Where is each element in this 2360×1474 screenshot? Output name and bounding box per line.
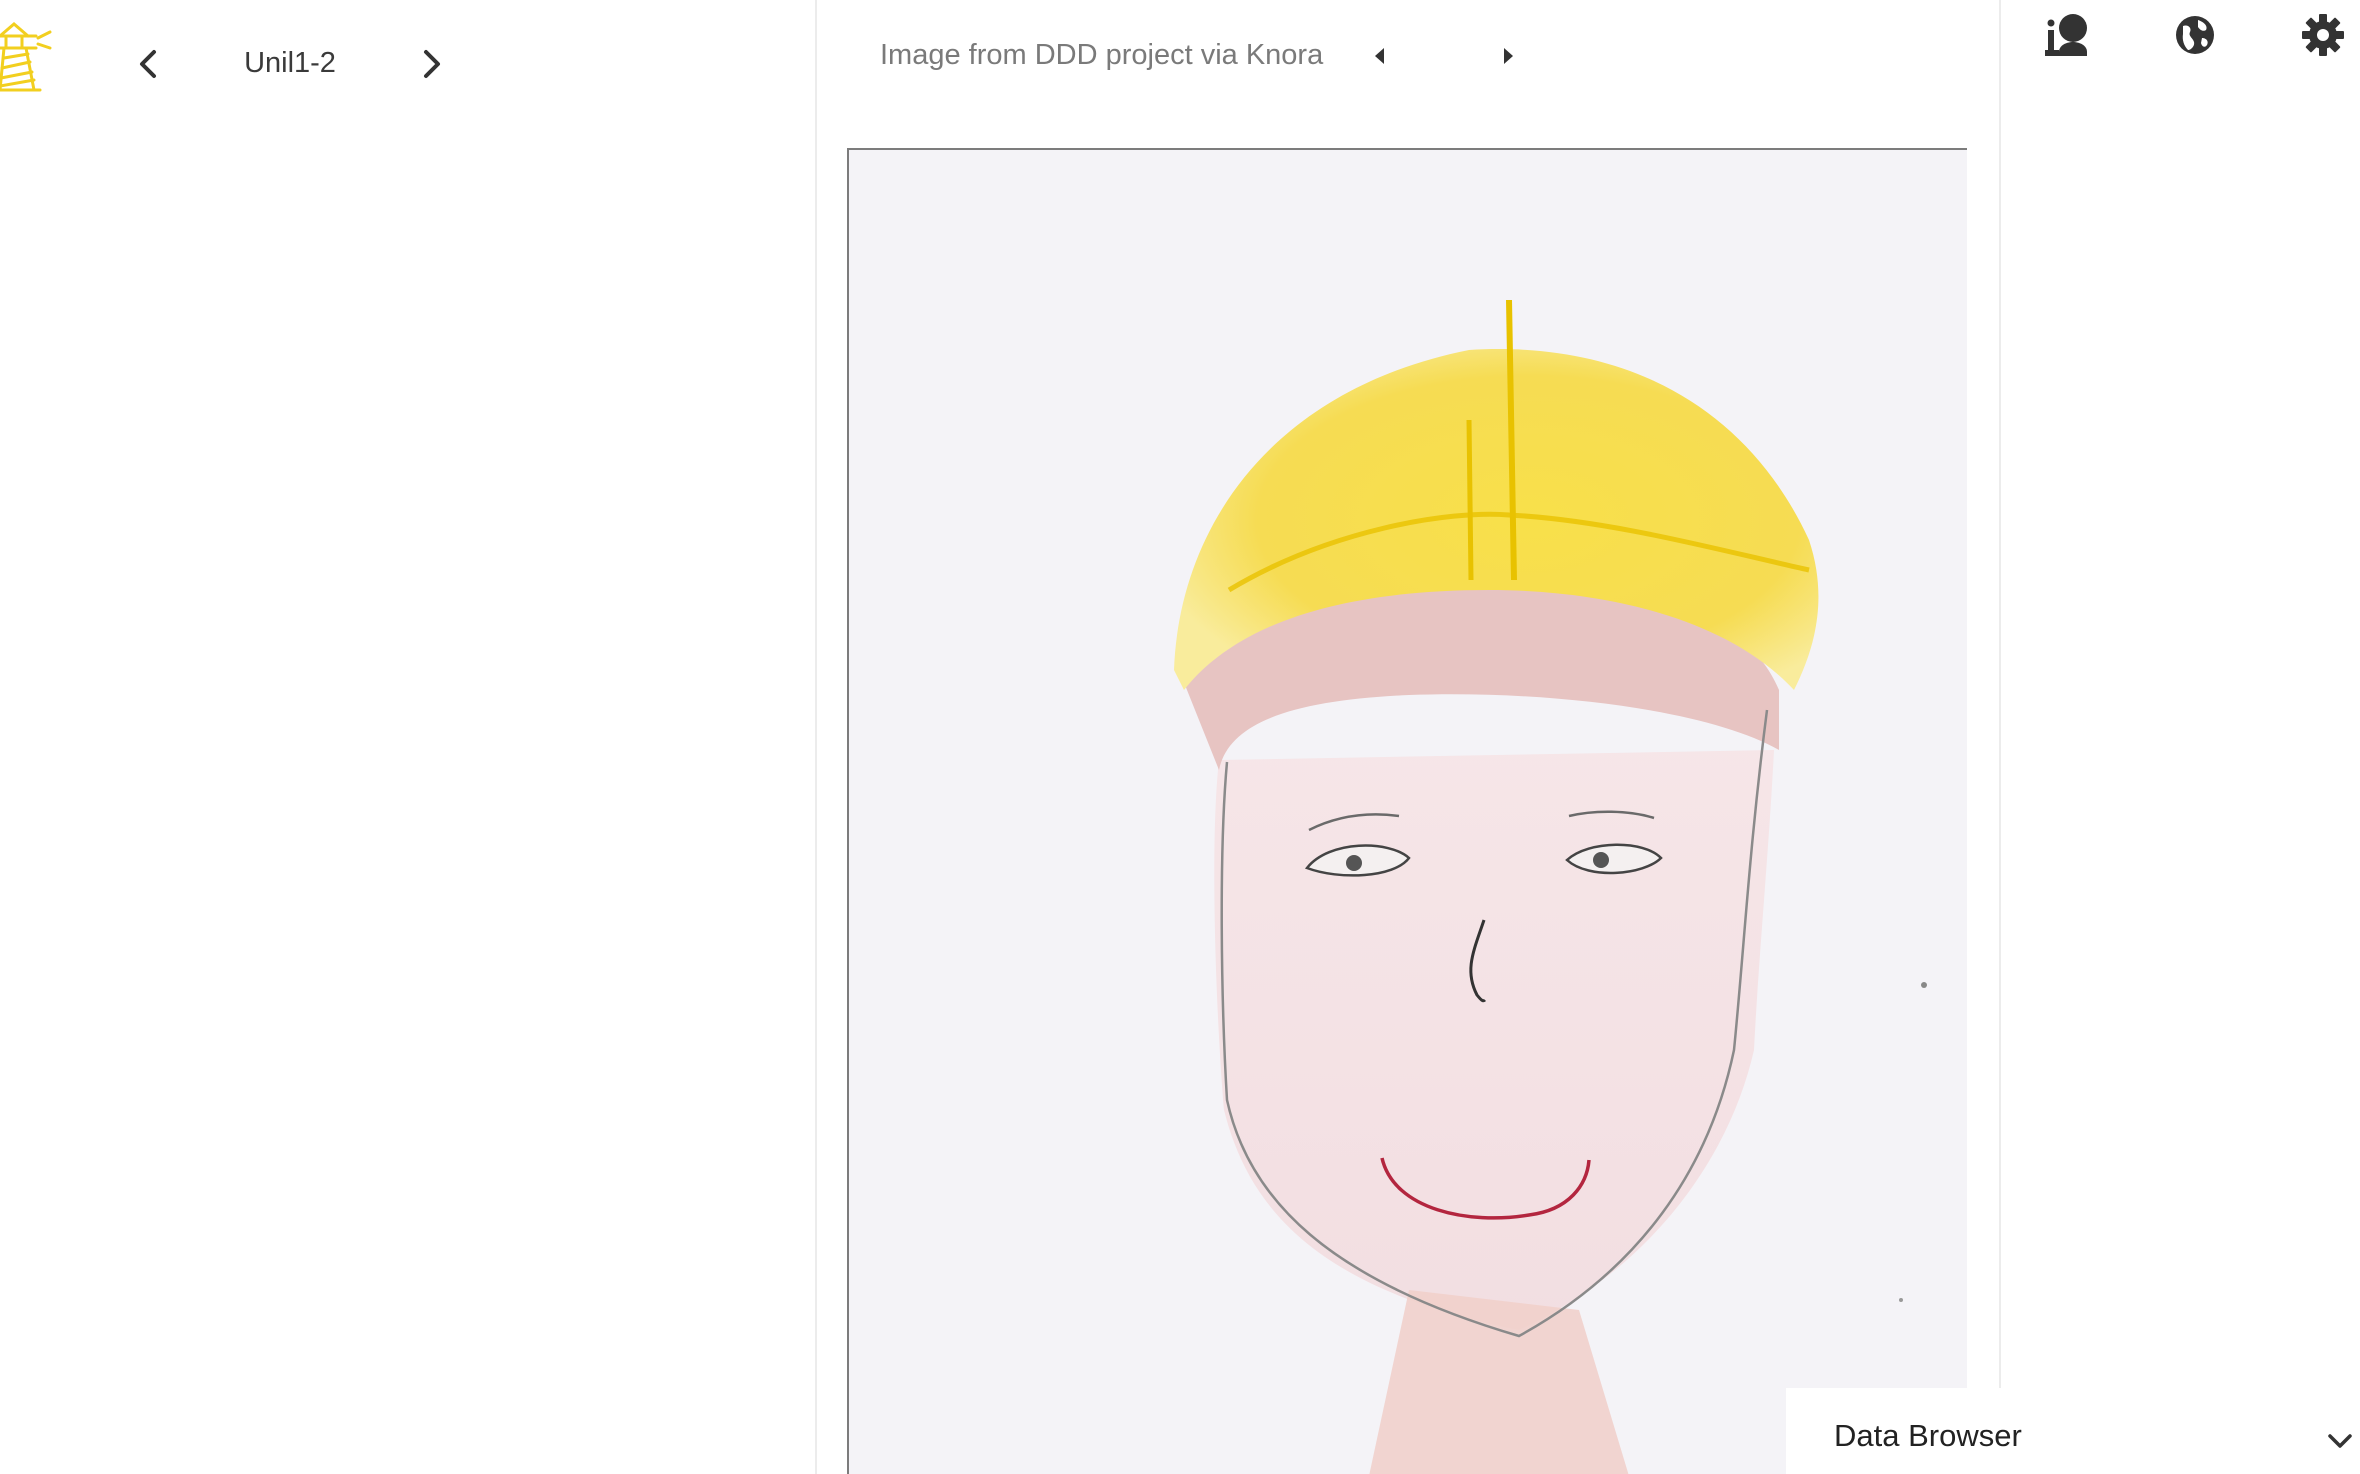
info-user-icon — [2045, 14, 2087, 56]
left-panel: Unil1-2 — [0, 0, 815, 1474]
image-viewer-panel: Image from DDD project via Knora — [817, 0, 1999, 1474]
chevron-right-icon — [424, 50, 440, 78]
image-caption: Image from DDD project via Knora — [880, 39, 1324, 71]
data-browser-toggle[interactable]: Data Browser — [1786, 1388, 2360, 1474]
chevron-down-icon — [2328, 1434, 2352, 1448]
globe-button[interactable] — [2168, 8, 2222, 62]
next-item-button[interactable] — [412, 40, 452, 88]
app-window: Unil1-2 Image from DDD project via Knora — [0, 0, 2360, 1474]
globe-icon — [2176, 16, 2214, 54]
gear-icon — [2302, 14, 2344, 56]
data-browser-label: Data Browser — [1834, 1418, 2022, 1453]
info-user-button[interactable] — [2041, 8, 2095, 62]
settings-button[interactable] — [2296, 8, 2350, 62]
lighthouse-logo[interactable] — [0, 18, 52, 92]
previous-item-button[interactable] — [128, 40, 168, 88]
previous-image-button[interactable] — [1362, 38, 1398, 74]
next-image-button[interactable] — [1490, 38, 1526, 74]
item-title: Unil1-2 — [244, 47, 336, 79]
caret-left-icon — [1375, 48, 1384, 64]
drawing-image[interactable] — [847, 148, 1967, 1474]
right-panel — [2001, 0, 2360, 1474]
chevron-left-icon — [140, 50, 156, 78]
caret-right-icon — [1504, 48, 1513, 64]
